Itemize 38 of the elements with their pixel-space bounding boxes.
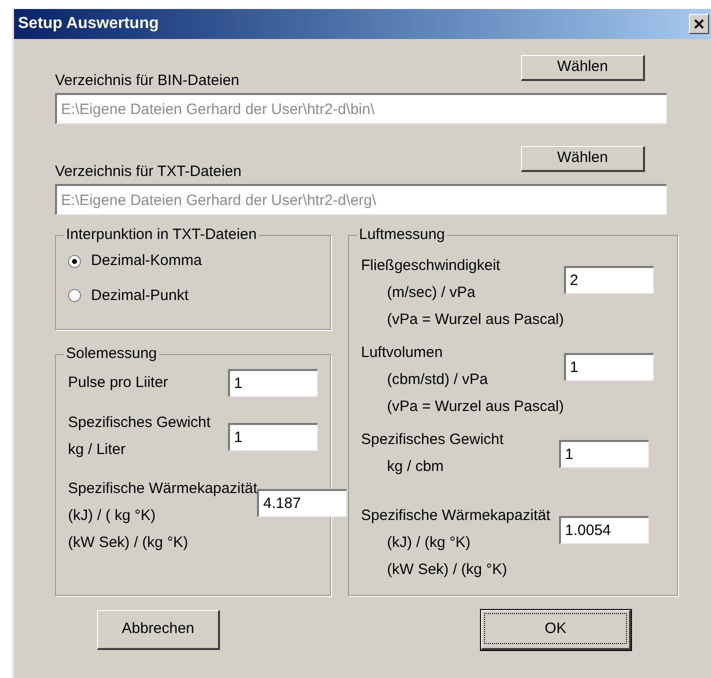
field-label: Verzeichnis für TXT-Dateien [55, 162, 242, 182]
radio-button[interactable] [68, 289, 81, 302]
close-icon [694, 19, 704, 29]
cancel-button[interactable]: Abbrechen [97, 610, 220, 650]
field-label: (cbm/std) / vPa [386, 370, 489, 390]
field-label: (kW Sek) / (kg °K) [386, 560, 508, 580]
field-label: (vPa = Wurzel aus Pascal) [386, 397, 564, 417]
number-field[interactable]: 1 [228, 369, 318, 397]
field-label: Verzeichnis für BIN-Dateien [55, 71, 240, 91]
field-label: (kJ) / ( kg °K) [68, 506, 157, 526]
close-button[interactable] [689, 14, 709, 34]
group-title: Solemessung [64, 344, 159, 364]
field-label: (kW Sek) / (kg °K) [68, 533, 190, 553]
field-label: Fließgeschwindigkeit [361, 256, 502, 276]
radio-label: Dezimal-Komma [91, 251, 202, 271]
number-field[interactable]: 2 [564, 266, 654, 294]
radio-label: Dezimal-Punkt [91, 286, 189, 306]
field-label: Pulse pro Liiter [68, 373, 168, 393]
ok-button[interactable]: OK [481, 610, 631, 650]
field-label: (m/sec) / vPa [386, 283, 476, 303]
field-label: Luftvolumen [361, 343, 444, 363]
number-field[interactable]: 1 [559, 440, 649, 468]
field-label: Spezifische Wärmekapazität [68, 479, 258, 499]
number-field[interactable]: 4.187 [257, 489, 348, 517]
group-title: Luftmessung [357, 225, 447, 245]
field-label: Spezifische Wärmekapazität [361, 506, 550, 526]
number-field[interactable]: 1 [564, 353, 654, 381]
field-label: Spezifisches Gewicht [68, 413, 211, 433]
number-field[interactable]: 1.0054 [559, 516, 649, 544]
field-label: kg / cbm [386, 457, 445, 477]
radio-button[interactable] [68, 254, 81, 268]
field-label: (kJ) / (kg °K) [386, 533, 472, 553]
number-field[interactable]: 1 [228, 423, 318, 451]
window-title: Setup Auswertung [18, 14, 159, 34]
field-label: kg / Liter [68, 440, 127, 460]
field-label: (vPa = Wurzel aus Pascal) [386, 310, 564, 330]
field-label: Spezifisches Gewicht [361, 430, 504, 450]
group-title: Interpunktion in TXT-Dateien [64, 225, 259, 245]
